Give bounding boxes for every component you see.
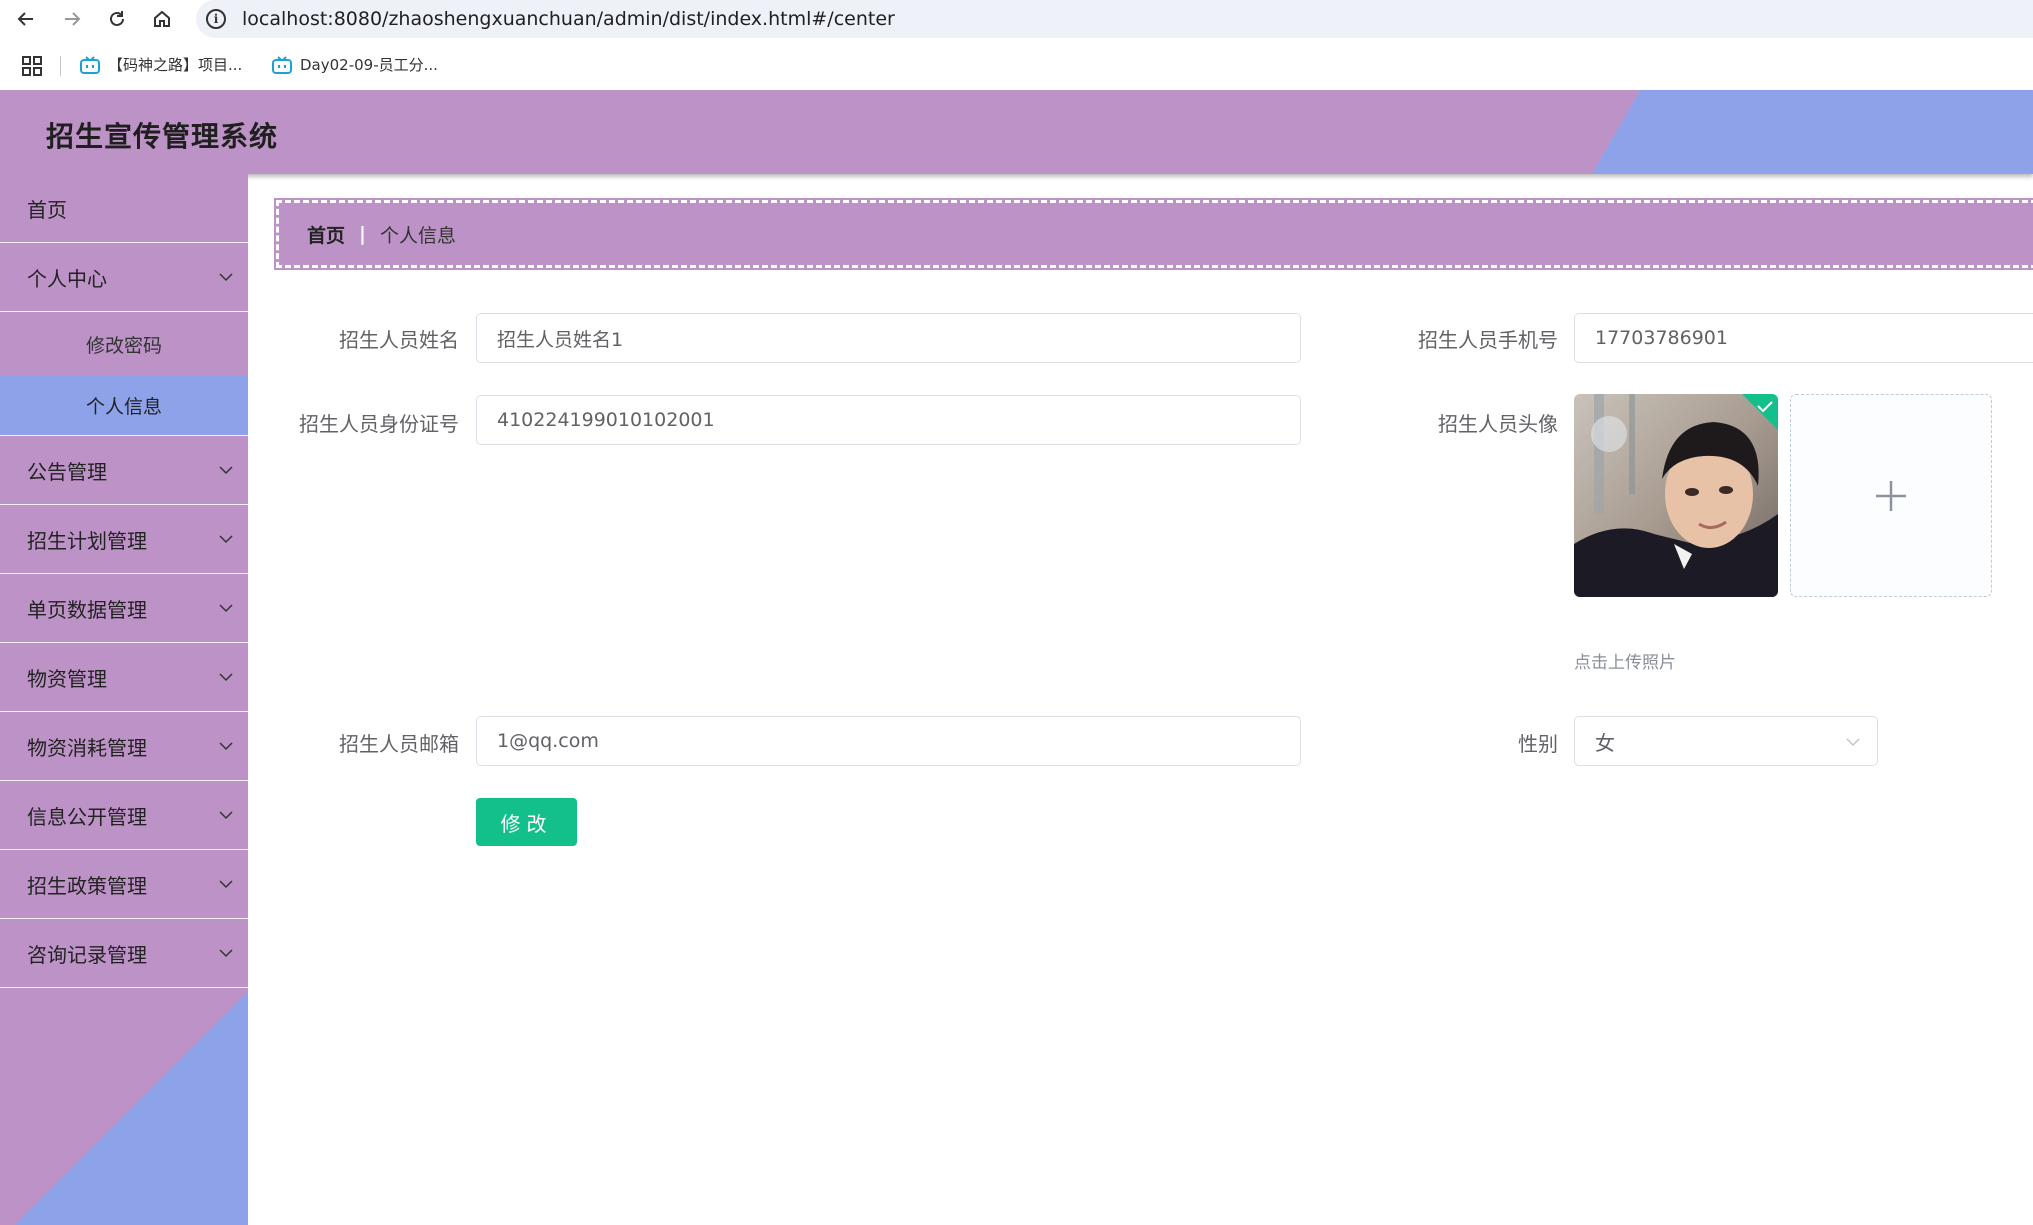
bookmark-1[interactable]: 【码神之路】项目... [80, 54, 242, 75]
chevron-down-icon [219, 273, 233, 282]
email-field[interactable]: 1@qq.com [476, 716, 1301, 766]
sidebar-item-label: 公告管理 [27, 459, 107, 484]
gender-label: 性别 [1518, 732, 1558, 756]
sidebar-subitem-label: 个人信息 [85, 396, 162, 418]
forward-button[interactable] [58, 5, 86, 33]
submit-button[interactable]: 修改 [476, 798, 577, 846]
browser-chrome: i localhost:8080/zhaoshengxuanchuan/admi… [0, 0, 2033, 90]
sidebar-item-label: 物资消耗管理 [27, 735, 147, 760]
sidebar-item-label: 招生政策管理 [27, 873, 147, 898]
idcard-field[interactable]: 410224199010102001 [476, 395, 1301, 445]
chevron-down-icon [219, 949, 233, 958]
gender-select[interactable]: 女 [1574, 716, 1878, 766]
home-icon [154, 10, 170, 27]
sidebar-item-materials[interactable]: 物资管理 [0, 643, 248, 712]
phone-label: 招生人员手机号 [1418, 328, 1558, 352]
sidebar-item-announcements[interactable]: 公告管理 [0, 436, 248, 505]
bookmarks-bar: 【码神之路】项目... Day02-09-员工分... [0, 46, 2033, 84]
avatar-label: 招生人员头像 [1438, 412, 1558, 436]
back-button[interactable] [12, 5, 40, 33]
sidebar-item-label: 首页 [27, 197, 67, 222]
avatar[interactable] [1574, 394, 1778, 597]
chevron-down-icon [219, 673, 233, 682]
gender-selected-value: 女 [1595, 730, 1615, 755]
app-title: 招生宣传管理系统 [46, 120, 279, 153]
sidebar-item-enrollment-policy[interactable]: 招生政策管理 [0, 850, 248, 919]
name-field[interactable]: 招生人员姓名1 [476, 313, 1301, 363]
app-header: 招生宣传管理系统 [0, 90, 2033, 174]
bookmark-2[interactable]: Day02-09-员工分... [272, 54, 438, 75]
sidebar-item-label: 单页数据管理 [27, 597, 147, 622]
url-text: localhost:8080/zhaoshengxuanchuan/admin/… [242, 8, 895, 30]
chevron-down-icon [219, 604, 233, 613]
breadcrumb-current: 个人信息 [379, 224, 456, 247]
bookmark-label: 【码神之路】项目... [108, 56, 243, 74]
bookmark-separator [60, 56, 61, 76]
sidebar-item-label: 咨询记录管理 [27, 942, 147, 967]
sidebar-item-enrollment-plans[interactable]: 招生计划管理 [0, 505, 248, 574]
home-button[interactable] [148, 5, 176, 33]
bilibili-icon [80, 55, 100, 74]
chevron-down-icon [1846, 738, 1860, 747]
chevron-down-icon [219, 466, 233, 475]
idcard-label: 招生人员身份证号 [299, 412, 459, 436]
arrow-right-icon [65, 12, 81, 26]
avatar-image [1574, 394, 1778, 597]
apps-grid-icon[interactable] [22, 56, 42, 76]
breadcrumb-separator: | [359, 223, 366, 245]
sidebar-item-material-consumption[interactable]: 物资消耗管理 [0, 712, 248, 781]
reload-button[interactable] [103, 5, 131, 33]
address-bar[interactable]: i localhost:8080/zhaoshengxuanchuan/admi… [196, 0, 2033, 38]
sidebar-item-label: 个人中心 [27, 266, 107, 291]
chevron-down-icon [219, 535, 233, 544]
info-icon[interactable]: i [206, 9, 226, 29]
email-label: 招生人员邮箱 [339, 732, 459, 756]
breadcrumb: 首页 | 个人信息 [274, 198, 2033, 270]
upload-tip: 点击上传照片 [1574, 653, 1676, 673]
chevron-down-icon [219, 811, 233, 820]
address-row: i localhost:8080/zhaoshengxuanchuan/admi… [0, 0, 2033, 38]
sidebar-item-info-disclosure[interactable]: 信息公开管理 [0, 781, 248, 850]
sidebar-item-consultation-records[interactable]: 咨询记录管理 [0, 919, 248, 988]
plus-icon [1876, 480, 1906, 511]
breadcrumb-home[interactable]: 首页 [307, 221, 345, 248]
sidebar-item-personal-center[interactable]: 个人中心 [0, 243, 248, 312]
sidebar-item-label: 物资管理 [27, 666, 107, 691]
bilibili-icon [272, 55, 292, 74]
sidebar-item-home[interactable]: 首页 [0, 174, 248, 243]
reload-icon [110, 11, 124, 26]
sidebar-item-label: 信息公开管理 [27, 804, 147, 829]
chevron-down-icon [219, 742, 233, 751]
sidebar-subitem-personal-info[interactable]: 个人信息 [0, 376, 248, 436]
arrow-left-icon [17, 12, 33, 26]
upload-button[interactable] [1790, 394, 1992, 597]
sidebar-item-single-page-data[interactable]: 单页数据管理 [0, 574, 248, 643]
sidebar: 首页 个人中心 修改密码 个人信息 公告管理 招生计划管理 单页数据管理 物资管… [0, 174, 248, 1225]
chevron-down-icon [219, 880, 233, 889]
phone-field[interactable]: 17703786901 [1574, 313, 2033, 363]
bookmark-label: Day02-09-员工分... [300, 56, 438, 74]
sidebar-subitem-change-password[interactable]: 修改密码 [0, 312, 248, 376]
sidebar-item-label: 招生计划管理 [27, 528, 147, 553]
sidebar-subitem-label: 修改密码 [85, 334, 162, 357]
name-label: 招生人员姓名 [339, 328, 459, 352]
